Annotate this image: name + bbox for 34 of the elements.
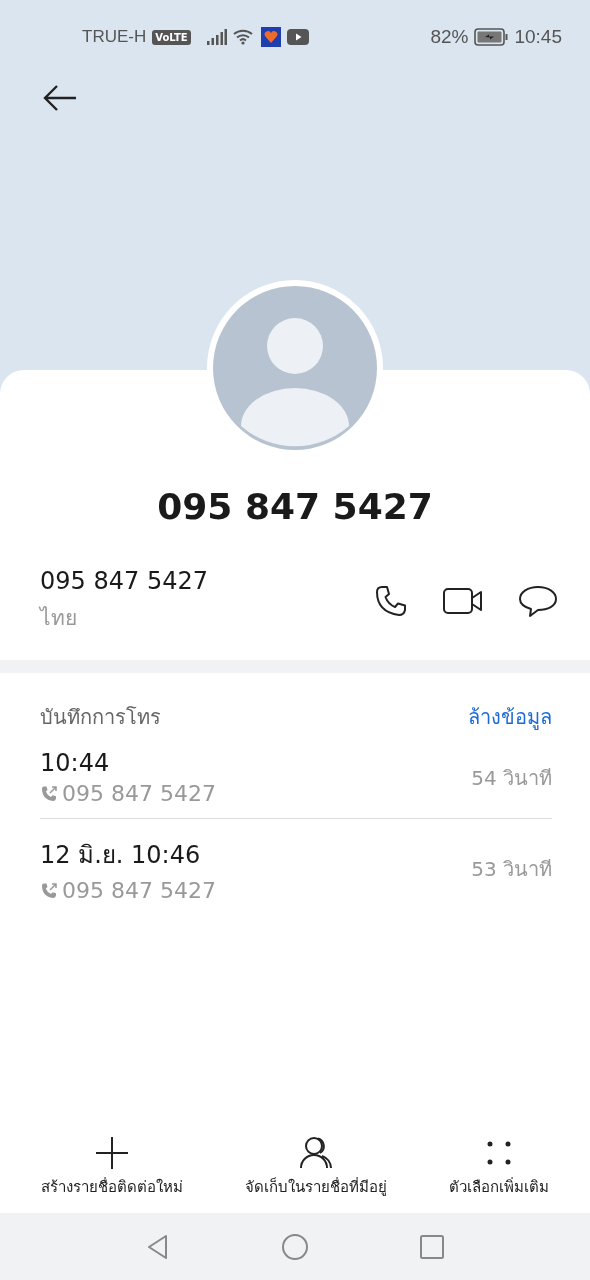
call-duration: 54 วินาที <box>471 764 552 792</box>
action-button[interactable]: สร้างรายชื่อติดต่อใหม่ <box>41 1135 183 1199</box>
phone-number: 095 847 5427 <box>40 567 208 595</box>
app-icon <box>260 27 281 47</box>
clock: 10:45 <box>514 26 562 48</box>
battery-percent: 82% <box>430 26 469 48</box>
call-entry[interactable]: 10:44 095 847 5427 54 วินาที <box>0 733 590 818</box>
carrier-name: TRUE-H <box>82 27 147 47</box>
section-title: บันทึกการโทร <box>40 704 161 731</box>
number-label: ไทย <box>40 605 78 632</box>
video-icon <box>286 29 309 45</box>
action-button[interactable]: จัดเก็บในรายชื่อที่มีอยู่ <box>245 1135 387 1199</box>
call-time: 12 มิ.ย. 10:46 <box>40 840 202 871</box>
home-button[interactable] <box>281 1232 309 1261</box>
call-time: 10:44 <box>40 749 111 777</box>
contact-title: 095 847 5427 <box>156 486 434 527</box>
video-call-button[interactable] <box>442 585 484 616</box>
outgoing-call-icon <box>40 881 58 900</box>
outgoing-call-icon <box>40 784 58 803</box>
call-entry[interactable]: 12 มิ.ย. 10:46 095 847 5427 53 วินาที <box>0 819 590 915</box>
plus-icon <box>94 1135 130 1171</box>
call-duration: 53 วินาที <box>471 856 552 883</box>
call-button[interactable] <box>374 583 408 618</box>
battery-icon <box>474 28 509 46</box>
signal-icon <box>206 29 227 45</box>
clear-link[interactable]: ล้างข้อมูล <box>468 701 552 733</box>
wifi-icon <box>232 29 255 45</box>
call-number: 095 847 5427 <box>62 878 216 903</box>
message-button[interactable] <box>518 583 558 618</box>
call-number: 095 847 5427 <box>62 781 216 806</box>
person-icon <box>298 1135 334 1171</box>
volte-badge: VoLTE <box>152 29 191 45</box>
recents-button[interactable] <box>417 1232 446 1261</box>
action-button[interactable]: ตัวเลือกเพิ่มเติม <box>449 1135 549 1199</box>
